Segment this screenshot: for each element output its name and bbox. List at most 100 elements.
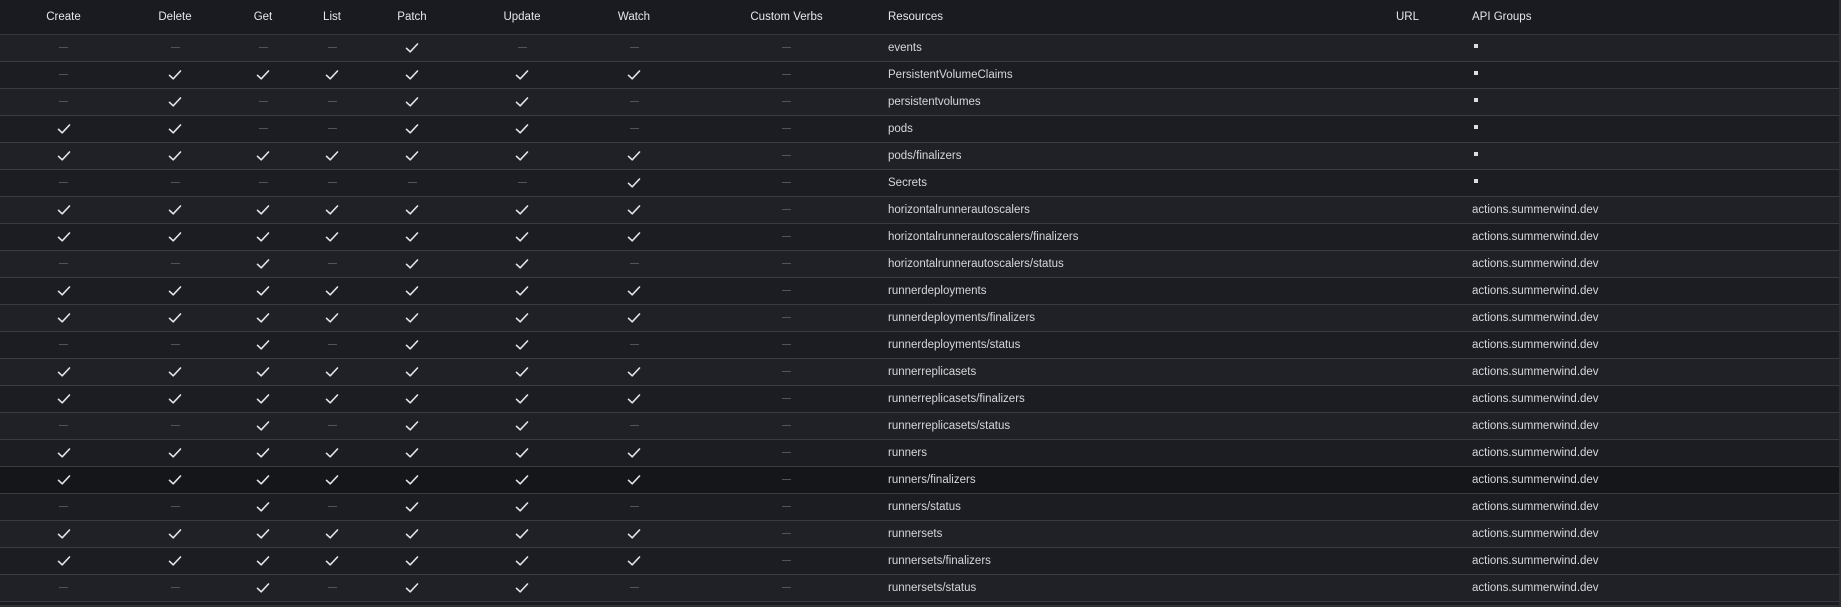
cell-get: [223, 88, 303, 116]
dash-icon: [629, 47, 639, 49]
table-row[interactable]: runnersets/status actions.summerwind.dev: [0, 574, 1839, 602]
table-row[interactable]: runnerdeployments/finalizers actions.summ…: [0, 304, 1839, 332]
column-header-update[interactable]: Update: [463, 0, 581, 35]
column-header-patch[interactable]: Patch: [361, 0, 463, 35]
table-row[interactable]: pods/finalizers: [0, 142, 1839, 170]
cell-get: [223, 385, 303, 413]
cell-update: [463, 34, 581, 62]
dash-icon: [258, 101, 268, 103]
table-row[interactable]: persistentvolumes: [0, 88, 1839, 116]
column-header-custom-verbs[interactable]: Custom Verbs: [687, 0, 886, 35]
cell-custom-verbs: [687, 493, 886, 521]
cell-patch: [361, 61, 463, 89]
check-icon: [627, 177, 641, 189]
check-icon: [325, 231, 339, 243]
check-icon: [256, 339, 270, 351]
cell-list: [303, 169, 361, 197]
cell-resource: runners: [886, 439, 1396, 467]
check-icon: [256, 69, 270, 81]
table-row[interactable]: runnerdeployments actions.summerwind.dev: [0, 277, 1839, 305]
cell-api-group: [1470, 115, 1839, 143]
asterisk-icon: [1474, 124, 1478, 129]
cell-create: [0, 331, 127, 359]
resource-name: runnerdeployments/finalizers: [888, 312, 1036, 324]
check-icon: [405, 312, 419, 324]
dash-icon: [170, 587, 180, 589]
table-row[interactable]: runnersets/finalizers actions.summerwind.…: [0, 547, 1839, 575]
check-icon: [57, 393, 71, 405]
column-header-url[interactable]: URL: [1396, 0, 1470, 35]
dash-icon: [327, 263, 337, 265]
cell-url: [1396, 439, 1470, 467]
table-row[interactable]: horizontalrunnerautoscalers/finalizers ac…: [0, 223, 1839, 251]
column-header-watch[interactable]: Watch: [581, 0, 687, 35]
cell-watch: [581, 304, 687, 332]
column-header-delete[interactable]: Delete: [127, 0, 223, 35]
cell-resource: persistentvolumes: [886, 88, 1396, 116]
table-row[interactable]: runnerdeployments/status actions.summerwi…: [0, 331, 1839, 359]
asterisk-icon: [1474, 43, 1478, 48]
column-header-create[interactable]: Create: [0, 0, 127, 35]
check-icon: [256, 366, 270, 378]
cell-list: [303, 493, 361, 521]
dash-icon: [59, 506, 68, 508]
cell-list: [303, 412, 361, 440]
cell-api-group: actions.summerwind.dev: [1470, 331, 1839, 359]
cell-list: [303, 34, 361, 62]
cell-list: [303, 142, 361, 170]
column-header-resources[interactable]: Resources: [886, 0, 1396, 35]
api-group-name: actions.summerwind.dev: [1472, 231, 1599, 243]
check-icon: [256, 501, 270, 513]
cell-delete: [127, 34, 223, 62]
resource-name: horizontalrunnerautoscalers: [888, 204, 1030, 216]
column-header-api-groups[interactable]: API Groups: [1470, 0, 1839, 35]
table-row[interactable]: Secrets: [0, 169, 1839, 197]
table-row[interactable]: PersistentVolumeClaims: [0, 61, 1839, 89]
table-row[interactable]: runners/finalizers actions.summerwind.dev: [0, 466, 1839, 494]
cell-update: [463, 142, 581, 170]
check-icon: [57, 231, 71, 243]
cell-update: [463, 574, 581, 602]
cell-patch: [361, 439, 463, 467]
check-icon: [627, 150, 641, 162]
table-row[interactable]: runnerreplicasets/finalizers actions.summ…: [0, 385, 1839, 413]
cell-custom-verbs: [687, 142, 886, 170]
check-icon: [627, 69, 641, 81]
dash-icon: [170, 506, 180, 508]
dash-icon: [782, 47, 791, 49]
table-row[interactable]: runners/status actions.summerwind.dev: [0, 493, 1839, 521]
resource-name: runners/status: [888, 501, 961, 513]
dash-icon: [629, 344, 639, 346]
cell-get: [223, 196, 303, 224]
check-icon: [168, 150, 182, 162]
cell-update: [463, 412, 581, 440]
column-header-get[interactable]: Get: [223, 0, 303, 35]
check-icon: [57, 285, 71, 297]
cell-custom-verbs: [687, 34, 886, 62]
cell-delete: [127, 466, 223, 494]
cell-delete: [127, 88, 223, 116]
table-row[interactable]: pods: [0, 115, 1839, 143]
cell-list: [303, 250, 361, 278]
cell-get: [223, 493, 303, 521]
check-icon: [405, 474, 419, 486]
table-row[interactable]: horizontalrunnerautoscalers actions.summe…: [0, 196, 1839, 224]
cell-custom-verbs: [687, 277, 886, 305]
table-row[interactable]: runnerreplicasets actions.summerwind.dev: [0, 358, 1839, 386]
table-row[interactable]: runnersets actions.summerwind.dev: [0, 520, 1839, 548]
cell-get: [223, 250, 303, 278]
cell-watch: [581, 493, 687, 521]
table-row[interactable]: events: [0, 34, 1839, 62]
api-group-name: actions.summerwind.dev: [1472, 474, 1599, 486]
cell-list: [303, 331, 361, 359]
column-header-list[interactable]: List: [303, 0, 361, 35]
table-row[interactable]: runnerreplicasets/status actions.summerwi…: [0, 412, 1839, 440]
cell-watch: [581, 250, 687, 278]
api-group-name: actions.summerwind.dev: [1472, 447, 1599, 459]
cell-get: [223, 34, 303, 62]
table-row[interactable]: runners actions.summerwind.dev: [0, 439, 1839, 467]
cell-update: [463, 88, 581, 116]
resource-name: runners: [888, 447, 927, 459]
table-row[interactable]: horizontalrunnerautoscalers/status action…: [0, 250, 1839, 278]
cell-get: [223, 277, 303, 305]
